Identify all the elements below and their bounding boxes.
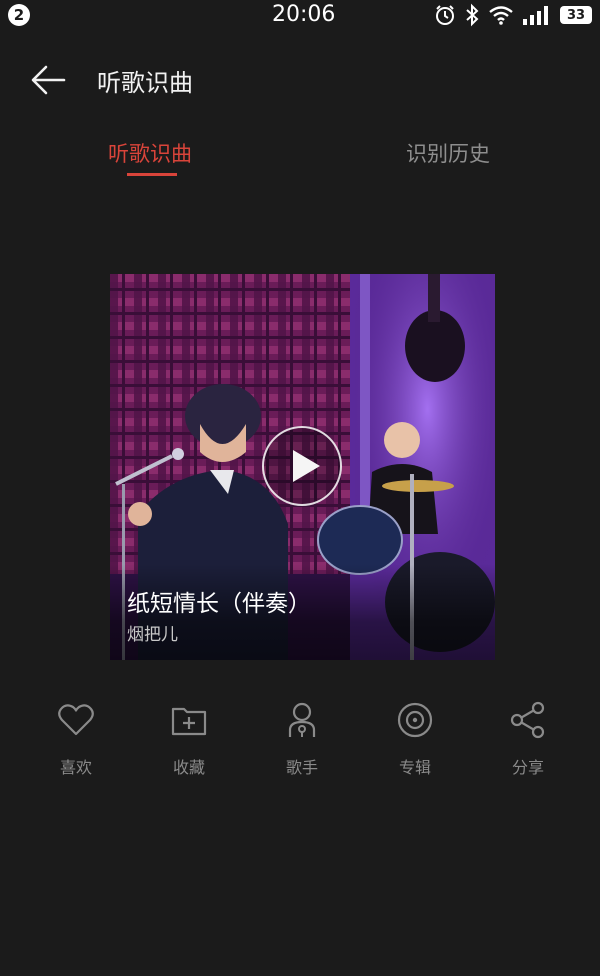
play-icon <box>293 450 320 482</box>
singer-icon <box>288 702 316 737</box>
battery-indicator: 33 <box>560 6 592 24</box>
album-label: 专辑 <box>398 758 431 777</box>
song-result-card[interactable]: 纸短情长（伴奏） 烟把儿 <box>110 274 495 660</box>
top-bar: 听歌识曲 <box>0 50 600 110</box>
back-button[interactable] <box>28 60 68 100</box>
share-label: 分享 <box>511 758 544 777</box>
signal-icon <box>523 6 548 25</box>
tab-bar: 听歌识曲 识别历史 <box>0 130 600 180</box>
heart-icon <box>58 704 94 736</box>
like-label: 喜欢 <box>59 758 92 777</box>
status-time: 20:06 <box>272 2 336 27</box>
collect-button[interactable]: 收藏 <box>149 700 229 778</box>
artist-name[interactable]: 烟把儿 <box>127 620 178 645</box>
share-icon <box>510 701 545 739</box>
wifi-icon <box>489 6 513 25</box>
tab-recognition-history[interactable]: 识别历史 <box>406 138 490 168</box>
folder-add-icon <box>171 707 207 736</box>
collect-label: 收藏 <box>172 758 205 777</box>
singer-button[interactable]: 歌手 <box>262 700 342 778</box>
status-bar: 2 20:06 33 <box>0 0 600 32</box>
page-title: 听歌识曲 <box>97 69 193 97</box>
singer-label: 歌手 <box>285 758 318 777</box>
album-icon <box>397 702 433 738</box>
share-button[interactable]: 分享 <box>488 700 568 778</box>
tab-song-recognition[interactable]: 听歌识曲 <box>108 138 192 168</box>
action-bar: 喜欢 收藏 歌手 专辑 分享 <box>0 700 600 790</box>
bluetooth-icon <box>466 3 479 27</box>
album-button[interactable]: 专辑 <box>375 700 455 778</box>
song-title: 纸短情长（伴奏） <box>127 591 311 617</box>
back-arrow-icon <box>31 65 66 95</box>
like-button[interactable]: 喜欢 <box>36 700 116 778</box>
play-button[interactable] <box>262 426 342 506</box>
notification-count-badge: 2 <box>8 4 30 26</box>
active-tab-indicator <box>127 173 177 176</box>
status-icons: 33 <box>434 3 592 27</box>
alarm-icon <box>436 5 454 25</box>
